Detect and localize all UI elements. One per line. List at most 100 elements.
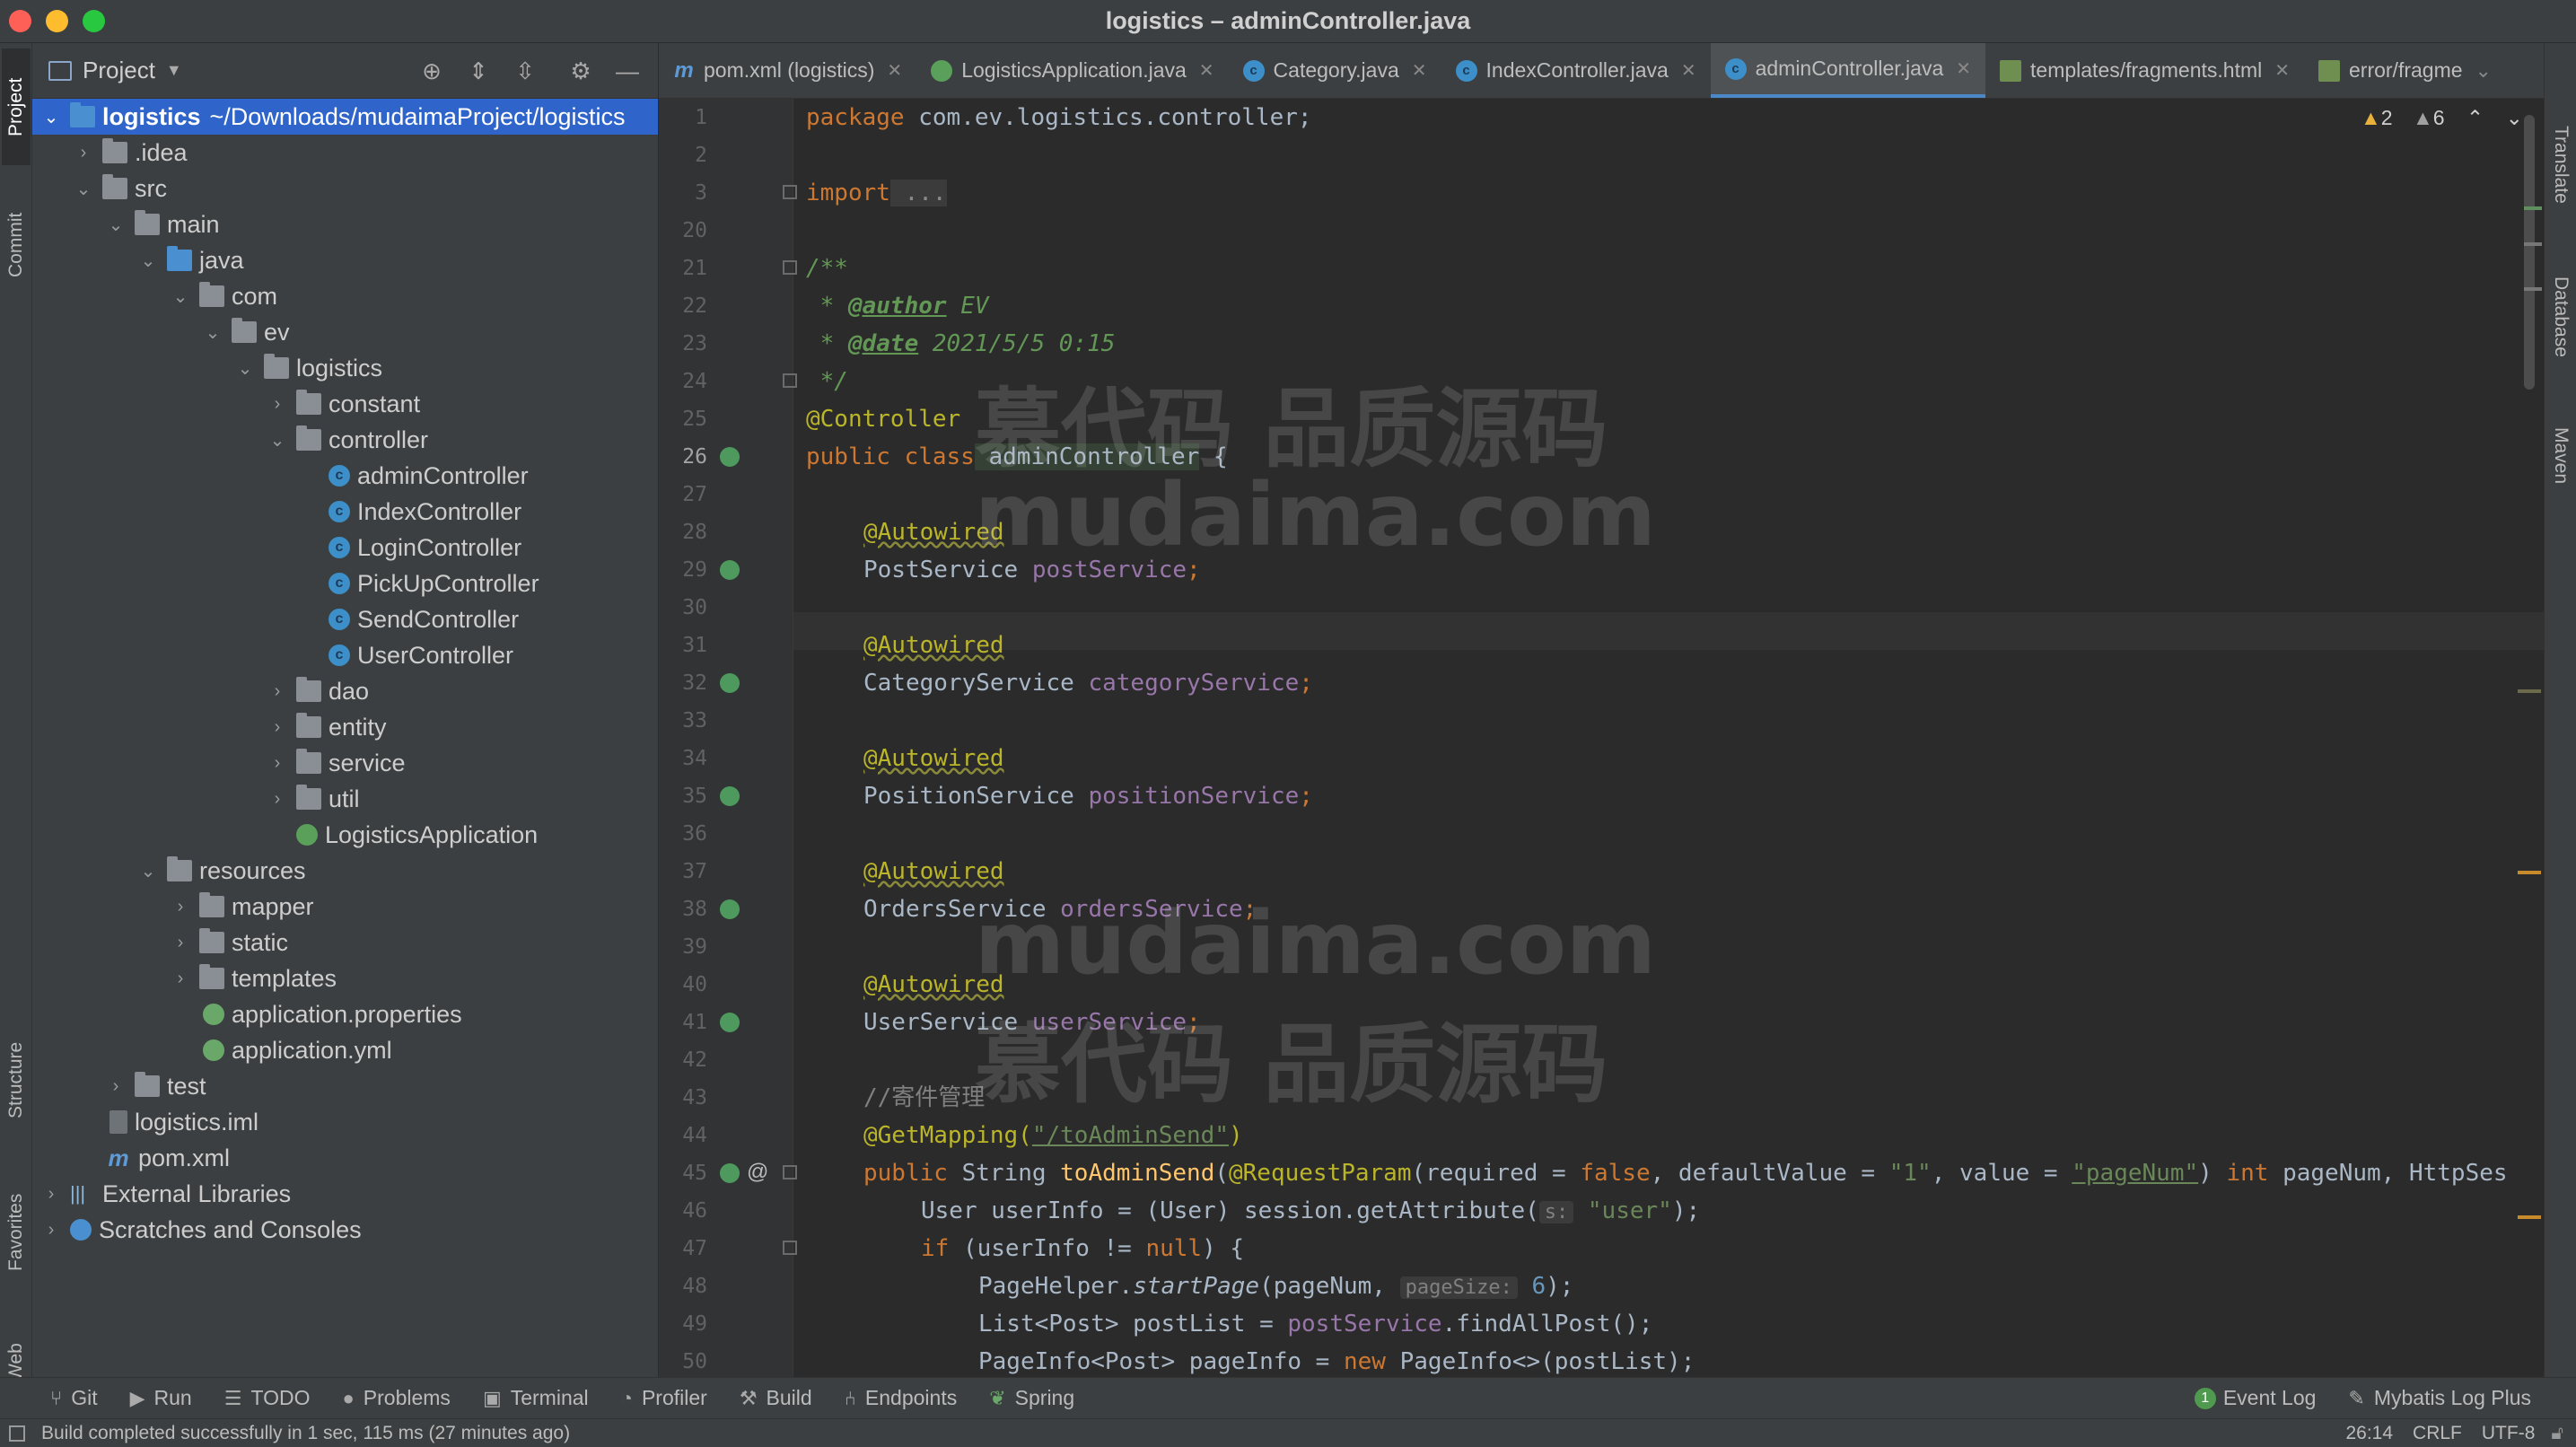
chevron-down-icon[interactable]: ⌄ [2475, 59, 2492, 83]
tab-category[interactable]: c Category.java ✕ [1229, 43, 1441, 98]
fold-marker-icon[interactable] [783, 1165, 797, 1180]
tree-item-test[interactable]: › test [32, 1068, 658, 1104]
tree-item-sendcontroller[interactable]: c SendController [32, 601, 658, 637]
tree-item-logincontroller[interactable]: c LoginController [32, 530, 658, 566]
chevron-right-icon[interactable]: › [267, 394, 287, 415]
tool-tab-translate[interactable]: Translate [2546, 97, 2575, 232]
line-separator[interactable]: CRLF [2413, 1423, 2462, 1444]
expand-all-icon[interactable]: ⇕ [465, 57, 492, 84]
maximize-window-button[interactable] [83, 10, 105, 32]
tree-item-templates[interactable]: › templates [32, 960, 658, 996]
tab-pom-xml[interactable]: m pom.xml (logistics) ✕ [659, 43, 916, 98]
close-window-button[interactable] [9, 10, 31, 32]
chevron-down-icon[interactable]: ⌄ [74, 178, 93, 200]
close-icon[interactable]: ✕ [1199, 59, 1214, 82]
request-mapping-icon[interactable]: @ [747, 1160, 768, 1185]
chevron-down-icon[interactable]: ⌄ [41, 106, 61, 128]
toggle-tool-windows-icon[interactable] [9, 1425, 25, 1442]
project-view-selector[interactable]: Project [83, 57, 155, 84]
tab-error-fragments[interactable]: error/fragme ⌄ [2304, 43, 2506, 98]
lock-icon[interactable]: 🔓︎ [2551, 1423, 2563, 1444]
fold-marker-icon[interactable] [783, 260, 797, 275]
tab-indexcontroller[interactable]: c IndexController.java ✕ [1441, 43, 1711, 98]
tree-item-indexcontroller[interactable]: c IndexController [32, 494, 658, 530]
editor-scrollbar[interactable] [2524, 115, 2535, 390]
tree-item-ev[interactable]: ⌄ ev [32, 314, 658, 350]
chevron-down-icon[interactable]: ⌄ [106, 214, 126, 236]
tree-item-root[interactable]: ⌄ logistics ~/Downloads/mudaimaProject/log… [32, 99, 658, 135]
chevron-right-icon[interactable]: › [171, 897, 190, 917]
spring-bean-icon[interactable] [720, 560, 740, 580]
tree-item-idea[interactable]: › .idea [32, 135, 658, 171]
minimize-window-button[interactable] [46, 10, 68, 32]
tree-item-controller[interactable]: ⌄ controller [32, 422, 658, 458]
tree-item-com[interactable]: ⌄ com [32, 278, 658, 314]
close-icon[interactable]: ✕ [2274, 59, 2290, 82]
gear-icon[interactable]: ⚙ [567, 57, 594, 84]
toolwindow-terminal[interactable]: ▣ Terminal [467, 1386, 605, 1410]
chevron-down-icon[interactable]: ▼ [166, 61, 182, 80]
tree-item-resources[interactable]: ⌄ resources [32, 853, 658, 889]
toolwindow-event-log[interactable]: 1 Event Log [2178, 1386, 2333, 1410]
collapse-all-icon[interactable]: ⇳ [512, 57, 539, 84]
tool-tab-favorites[interactable]: Favorites [2, 1165, 31, 1300]
tree-item-pom-xml[interactable]: m pom.xml [32, 1140, 658, 1176]
chevron-down-icon[interactable]: ⌄ [267, 429, 287, 452]
chevron-down-icon[interactable]: ⌄ [138, 860, 158, 882]
toolwindow-run[interactable]: ▶ Run [114, 1386, 208, 1410]
spring-bean-icon[interactable] [720, 786, 740, 806]
fold-marker-icon[interactable] [783, 1241, 797, 1255]
tree-item-src[interactable]: ⌄ src [32, 171, 658, 206]
tool-tab-project[interactable]: Project [2, 48, 31, 165]
toolwindow-profiler[interactable]: ◔ Profiler [605, 1386, 723, 1410]
chevron-right-icon[interactable]: › [41, 1184, 61, 1205]
tool-tab-commit[interactable]: Commit [2, 187, 31, 303]
code-editor[interactable]: 1 2 3 20 21 22 23 24 25 26 27 28 29 30 3… [659, 99, 2544, 1377]
status-message[interactable]: Build completed successfully in 1 sec, 1… [41, 1423, 570, 1444]
chevron-down-icon[interactable]: ⌄ [235, 357, 255, 380]
spring-bean-icon[interactable] [720, 899, 740, 919]
chevron-right-icon[interactable]: › [267, 753, 287, 774]
file-encoding[interactable]: UTF-8 [2482, 1423, 2536, 1444]
tree-item-static[interactable]: › static [32, 925, 658, 960]
inspection-widget[interactable]: ▲2 ▲6 ⌃ ⌄ [2361, 106, 2523, 130]
spring-bean-icon[interactable] [720, 447, 740, 467]
tree-item-usercontroller[interactable]: c UserController [32, 637, 658, 673]
tree-item-application-properties[interactable]: application.properties [32, 996, 658, 1032]
tree-item-scratches[interactable]: › Scratches and Consoles [32, 1212, 658, 1248]
tree-item-external-libraries[interactable]: › ||| External Libraries [32, 1176, 658, 1212]
tab-logisticsapplication[interactable]: LogisticsApplication.java ✕ [916, 43, 1228, 98]
chevron-down-icon[interactable]: ⌄ [138, 250, 158, 272]
tree-item-mapper[interactable]: › mapper [32, 889, 658, 925]
tree-item-service[interactable]: › service [32, 745, 658, 781]
tree-item-constant[interactable]: › constant [32, 386, 658, 422]
chevron-right-icon[interactable]: › [106, 1076, 126, 1097]
tree-item-logistics[interactable]: ⌄ logistics [32, 350, 658, 386]
close-icon[interactable]: ✕ [1681, 59, 1696, 82]
toolwindow-mybatis[interactable]: ✎ Mybatis Log Plus [2332, 1386, 2576, 1410]
chevron-down-icon[interactable]: ⌄ [171, 285, 190, 308]
chevron-right-icon[interactable]: › [171, 969, 190, 989]
tree-item-logisticsapplication[interactable]: LogisticsApplication [32, 817, 658, 853]
chevron-down-icon[interactable]: ⌄ [2506, 106, 2523, 129]
tool-tab-database[interactable]: Database [2546, 250, 2575, 384]
tree-item-main[interactable]: ⌄ main [32, 206, 658, 242]
fold-marker-icon[interactable] [783, 185, 797, 199]
chevron-right-icon[interactable]: › [267, 789, 287, 810]
spring-bean-icon[interactable] [720, 673, 740, 693]
toolwindow-spring[interactable]: ❦ Spring [973, 1386, 1091, 1410]
tab-templates-fragments[interactable]: templates/fragments.html ✕ [1985, 43, 2304, 98]
close-icon[interactable]: ✕ [1412, 59, 1427, 82]
tree-item-util[interactable]: › util [32, 781, 658, 817]
spring-bean-icon[interactable] [720, 1163, 740, 1183]
locate-icon[interactable]: ⊕ [418, 57, 445, 84]
tool-tab-structure[interactable]: Structure [2, 1013, 31, 1147]
toolwindow-problems[interactable]: ● Problems [326, 1386, 466, 1410]
caret-position[interactable]: 26:14 [2345, 1423, 2393, 1444]
hide-panel-icon[interactable]: — [614, 57, 641, 84]
chevron-right-icon[interactable]: › [41, 1220, 61, 1241]
tree-item-dao[interactable]: › dao [32, 673, 658, 709]
close-icon[interactable]: ✕ [1956, 57, 1971, 80]
tree-item-admincontroller[interactable]: c adminController [32, 458, 658, 494]
fold-marker-icon[interactable] [783, 373, 797, 388]
